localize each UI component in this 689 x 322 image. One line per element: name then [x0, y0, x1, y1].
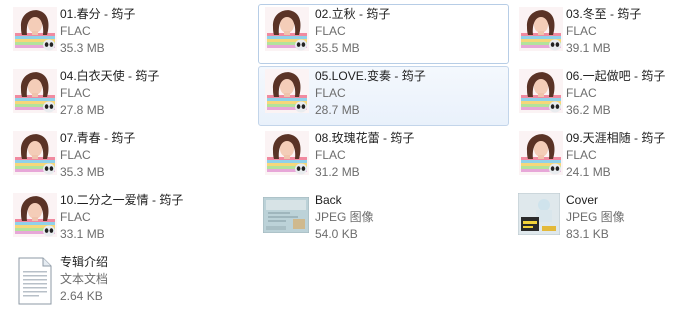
file-item-03[interactable]: 03.冬至 - 筠子 FLAC 39.1 MB	[516, 4, 686, 64]
file-size: 28.7 MB	[315, 103, 360, 117]
file-name: 04.白衣天使 - 筠子	[60, 69, 160, 83]
album-cover-thumbnail	[13, 69, 57, 113]
file-item-09[interactable]: 09.天涯相随 - 筠子 FLAC 24.1 MB	[516, 128, 686, 188]
file-name: 08.玫瑰花蕾 - 筠子	[315, 131, 415, 145]
file-size: 27.8 MB	[60, 103, 105, 117]
file-name: Cover	[566, 193, 599, 207]
file-item-08[interactable]: 08.玫瑰花蕾 - 筠子 FLAC 31.2 MB	[258, 128, 509, 188]
jpeg-thumbnail	[263, 197, 309, 233]
file-item-02[interactable]: 02.立秋 - 筠子 FLAC 35.5 MB	[258, 4, 509, 64]
file-item-06[interactable]: 06.一起做吧 - 筠子 FLAC 36.2 MB	[516, 66, 686, 126]
file-size: 39.1 MB	[566, 41, 611, 55]
album-cover-thumbnail	[265, 131, 309, 175]
album-cover-thumbnail	[265, 69, 309, 113]
file-item-07[interactable]: 07.青春 - 筠子 FLAC 35.3 MB	[10, 128, 255, 188]
file-item-readme[interactable]: 专辑介绍 文本文档 2.64 KB	[10, 252, 255, 312]
album-cover-thumbnail	[13, 7, 57, 51]
file-name: 05.LOVE.变奏 - 筠子	[315, 69, 426, 83]
file-size: 33.1 MB	[60, 227, 105, 241]
file-name: 09.天涯相随 - 筠子	[566, 131, 666, 145]
file-item-back[interactable]: Back JPEG 图像 54.0 KB	[258, 190, 509, 250]
file-type: FLAC	[566, 24, 597, 38]
file-type: JPEG 图像	[315, 210, 374, 224]
file-name: 10.二分之一爱情 - 筠子	[60, 193, 184, 207]
file-name: 02.立秋 - 筠子	[315, 7, 391, 21]
file-type: FLAC	[60, 148, 91, 162]
file-item-cover[interactable]: Cover JPEG 图像 83.1 KB	[516, 190, 686, 250]
file-size: 54.0 KB	[315, 227, 358, 241]
jpeg-thumbnail	[518, 193, 560, 235]
file-size: 35.3 MB	[60, 165, 105, 179]
album-cover-thumbnail	[519, 7, 563, 51]
album-cover-thumbnail	[265, 7, 309, 51]
file-size: 83.1 KB	[566, 227, 609, 241]
album-cover-thumbnail	[13, 193, 57, 237]
file-size: 35.3 MB	[60, 41, 105, 55]
text-document-icon	[18, 257, 52, 305]
file-type: FLAC	[315, 24, 346, 38]
file-type: 文本文档	[60, 272, 109, 286]
file-name: 06.一起做吧 - 筠子	[566, 69, 666, 83]
file-size: 31.2 MB	[315, 165, 360, 179]
file-item-04[interactable]: 04.白衣天使 - 筠子 FLAC 27.8 MB	[10, 66, 255, 126]
file-type: FLAC	[315, 86, 346, 100]
album-cover-thumbnail	[519, 69, 563, 113]
file-name: 03.冬至 - 筠子	[566, 7, 642, 21]
file-type: FLAC	[60, 86, 91, 100]
file-type: FLAC	[315, 148, 346, 162]
file-size: 2.64 KB	[60, 289, 103, 303]
file-type: FLAC	[60, 210, 91, 224]
file-type: JPEG 图像	[566, 210, 625, 224]
file-item-05[interactable]: 05.LOVE.变奏 - 筠子 FLAC 28.7 MB	[258, 66, 509, 126]
file-item-01[interactable]: 01.春分 - 筠子 FLAC 35.3 MB	[10, 4, 255, 64]
file-type: FLAC	[566, 148, 597, 162]
file-name: Back	[315, 193, 342, 207]
file-name: 07.青春 - 筠子	[60, 131, 136, 145]
album-cover-thumbnail	[519, 131, 563, 175]
file-type: FLAC	[60, 24, 91, 38]
file-name: 01.春分 - 筠子	[60, 7, 136, 21]
file-name: 专辑介绍	[60, 255, 109, 269]
file-item-10[interactable]: 10.二分之一爱情 - 筠子 FLAC 33.1 MB	[10, 190, 255, 250]
file-size: 36.2 MB	[566, 103, 611, 117]
file-size: 24.1 MB	[566, 165, 611, 179]
file-type: FLAC	[566, 86, 597, 100]
album-cover-thumbnail	[13, 131, 57, 175]
file-size: 35.5 MB	[315, 41, 360, 55]
file-list-view: 01.春分 - 筠子 FLAC 35.3 MB 02.立秋 - 筠子 FLAC …	[0, 0, 689, 322]
